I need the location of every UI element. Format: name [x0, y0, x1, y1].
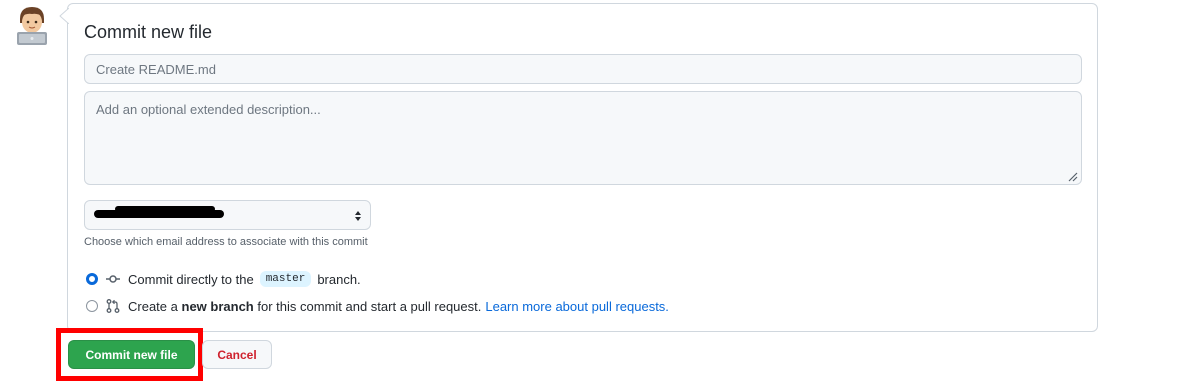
new-branch-radio[interactable] — [86, 300, 98, 312]
resize-handle-icon[interactable] — [1067, 171, 1078, 182]
commit-summary-input[interactable] — [84, 54, 1082, 84]
learn-more-link[interactable]: Learn more about pull requests. — [485, 299, 669, 314]
email-help-text: Choose which email address to associate … — [84, 236, 368, 248]
annotation-highlight-box — [56, 328, 203, 381]
cancel-button[interactable]: Cancel — [202, 340, 272, 369]
new-branch-emphasis: new branch — [181, 298, 254, 314]
avatar[interactable] — [14, 5, 50, 45]
developer-avatar-icon — [17, 7, 47, 45]
option-text: Create a — [128, 298, 178, 314]
redacted-email-mark — [115, 206, 215, 212]
select-arrows-icon — [355, 211, 361, 221]
git-commit-icon — [106, 275, 120, 283]
email-select[interactable] — [84, 200, 371, 230]
commit-direct-option[interactable]: Commit directly to the master branch. — [86, 270, 361, 288]
new-branch-option[interactable]: Create a new branch for this commit and … — [86, 297, 669, 315]
option-text: for this commit and start a pull request… — [257, 298, 482, 314]
panel-caret — [59, 8, 69, 24]
commit-direct-radio[interactable] — [86, 273, 98, 285]
commit-description-textarea[interactable] — [84, 91, 1082, 185]
option-text: Commit directly to the — [128, 271, 254, 287]
branch-name: master — [259, 271, 312, 287]
option-text: branch. — [317, 271, 361, 287]
git-pull-request-icon — [106, 299, 120, 313]
commit-title: Commit new file — [84, 22, 213, 42]
